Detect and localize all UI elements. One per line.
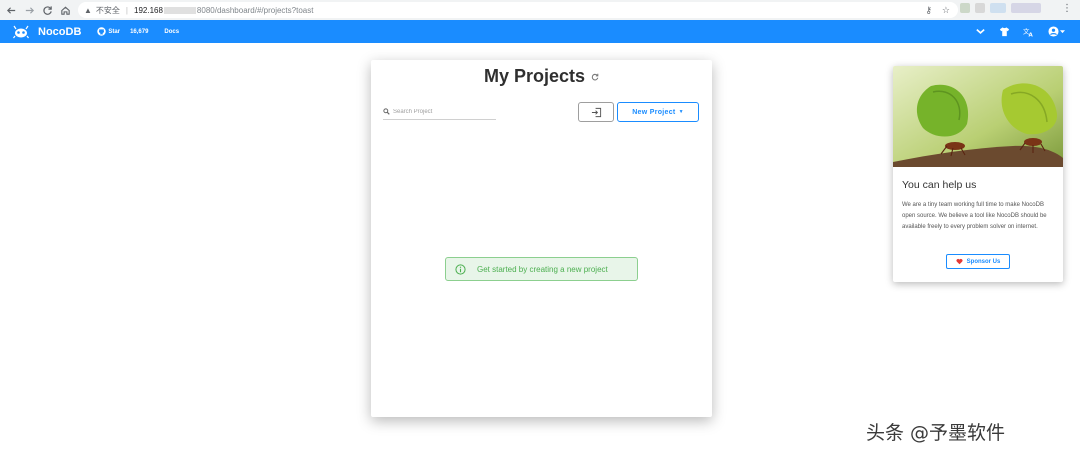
watermark-text: 头条 @予墨软件 [866, 422, 1006, 444]
leafcutter-ants-image [893, 66, 1063, 167]
page-title-text: My Projects [483, 66, 586, 86]
github-icon [97, 27, 107, 36]
reload-icon[interactable] [38, 0, 56, 20]
search-field[interactable] [383, 104, 496, 120]
github-star-link[interactable]: Star [97, 27, 120, 36]
refresh-icon[interactable] [591, 73, 599, 81]
address-bar[interactable]: ▲ 不安全 | 192.168 8080/dashboard/#/project… [78, 2, 958, 18]
sponsor-description: We are a tiny team working full time to … [902, 202, 1047, 231]
star-count[interactable]: 16,679 [130, 29, 148, 35]
sponsor-card: You can help us We are a tiny team worki… [893, 66, 1063, 282]
home-icon[interactable] [56, 0, 74, 20]
profile-icon[interactable] [1011, 3, 1041, 13]
sponsor-us-label: Sponsor Us [966, 258, 1001, 265]
browser-toolbar: ▲ 不安全 | 192.168 8080/dashboard/#/project… [0, 0, 1080, 20]
empty-state-message: Get started by creating a new project [477, 264, 608, 274]
extension-icon[interactable] [975, 3, 985, 13]
account-icon[interactable] [1046, 26, 1066, 38]
page-title: My Projects [371, 66, 712, 87]
search-input[interactable] [393, 108, 493, 115]
docs-link[interactable]: Docs [164, 29, 179, 35]
url-host: 192.168 [134, 5, 163, 15]
import-project-button[interactable] [578, 102, 614, 122]
warning-icon: ▲ [84, 5, 92, 15]
extension-icon[interactable] [990, 3, 1006, 13]
search-icon [383, 108, 390, 115]
extensions-area [960, 3, 1041, 13]
brand-name[interactable]: NocoDB [38, 26, 81, 38]
svg-text:A: A [1028, 33, 1033, 37]
new-project-label: New Project [632, 108, 676, 116]
caret-down-icon: ▼ [678, 109, 684, 115]
bookmark-star-icon[interactable]: ☆ [942, 5, 950, 16]
heart-icon [956, 258, 963, 265]
browser-menu-icon[interactable]: ⋮ [1062, 4, 1072, 14]
star-label: Star [108, 28, 121, 35]
extension-icon[interactable] [960, 3, 970, 13]
app-header: NocoDB Star 16,679 Docs 文A [0, 20, 1080, 43]
sponsor-us-button[interactable]: Sponsor Us [946, 254, 1010, 269]
key-icon[interactable]: ⚷ [925, 5, 932, 16]
back-icon[interactable] [2, 0, 20, 20]
info-icon [455, 263, 466, 275]
url-path: 8080/dashboard/#/projects?toast [196, 5, 314, 15]
url-redacted [163, 6, 196, 14]
projects-card: My Projects New Project ▼ Get started by… [371, 60, 712, 417]
address-separator: | [125, 5, 128, 15]
header-actions: 文A [974, 20, 1066, 43]
import-icon [591, 107, 601, 117]
new-project-button[interactable]: New Project ▼ [617, 102, 699, 122]
chevron-down-icon[interactable] [974, 26, 986, 38]
security-label: 不安全 [95, 5, 120, 15]
theme-shirt-icon[interactable] [998, 26, 1010, 38]
translate-icon[interactable]: 文A [1022, 26, 1034, 38]
sponsor-title: You can help us [902, 179, 977, 191]
forward-icon[interactable] [20, 0, 38, 20]
empty-state-alert: Get started by creating a new project [445, 257, 638, 281]
nocodb-logo-icon[interactable] [13, 25, 29, 39]
